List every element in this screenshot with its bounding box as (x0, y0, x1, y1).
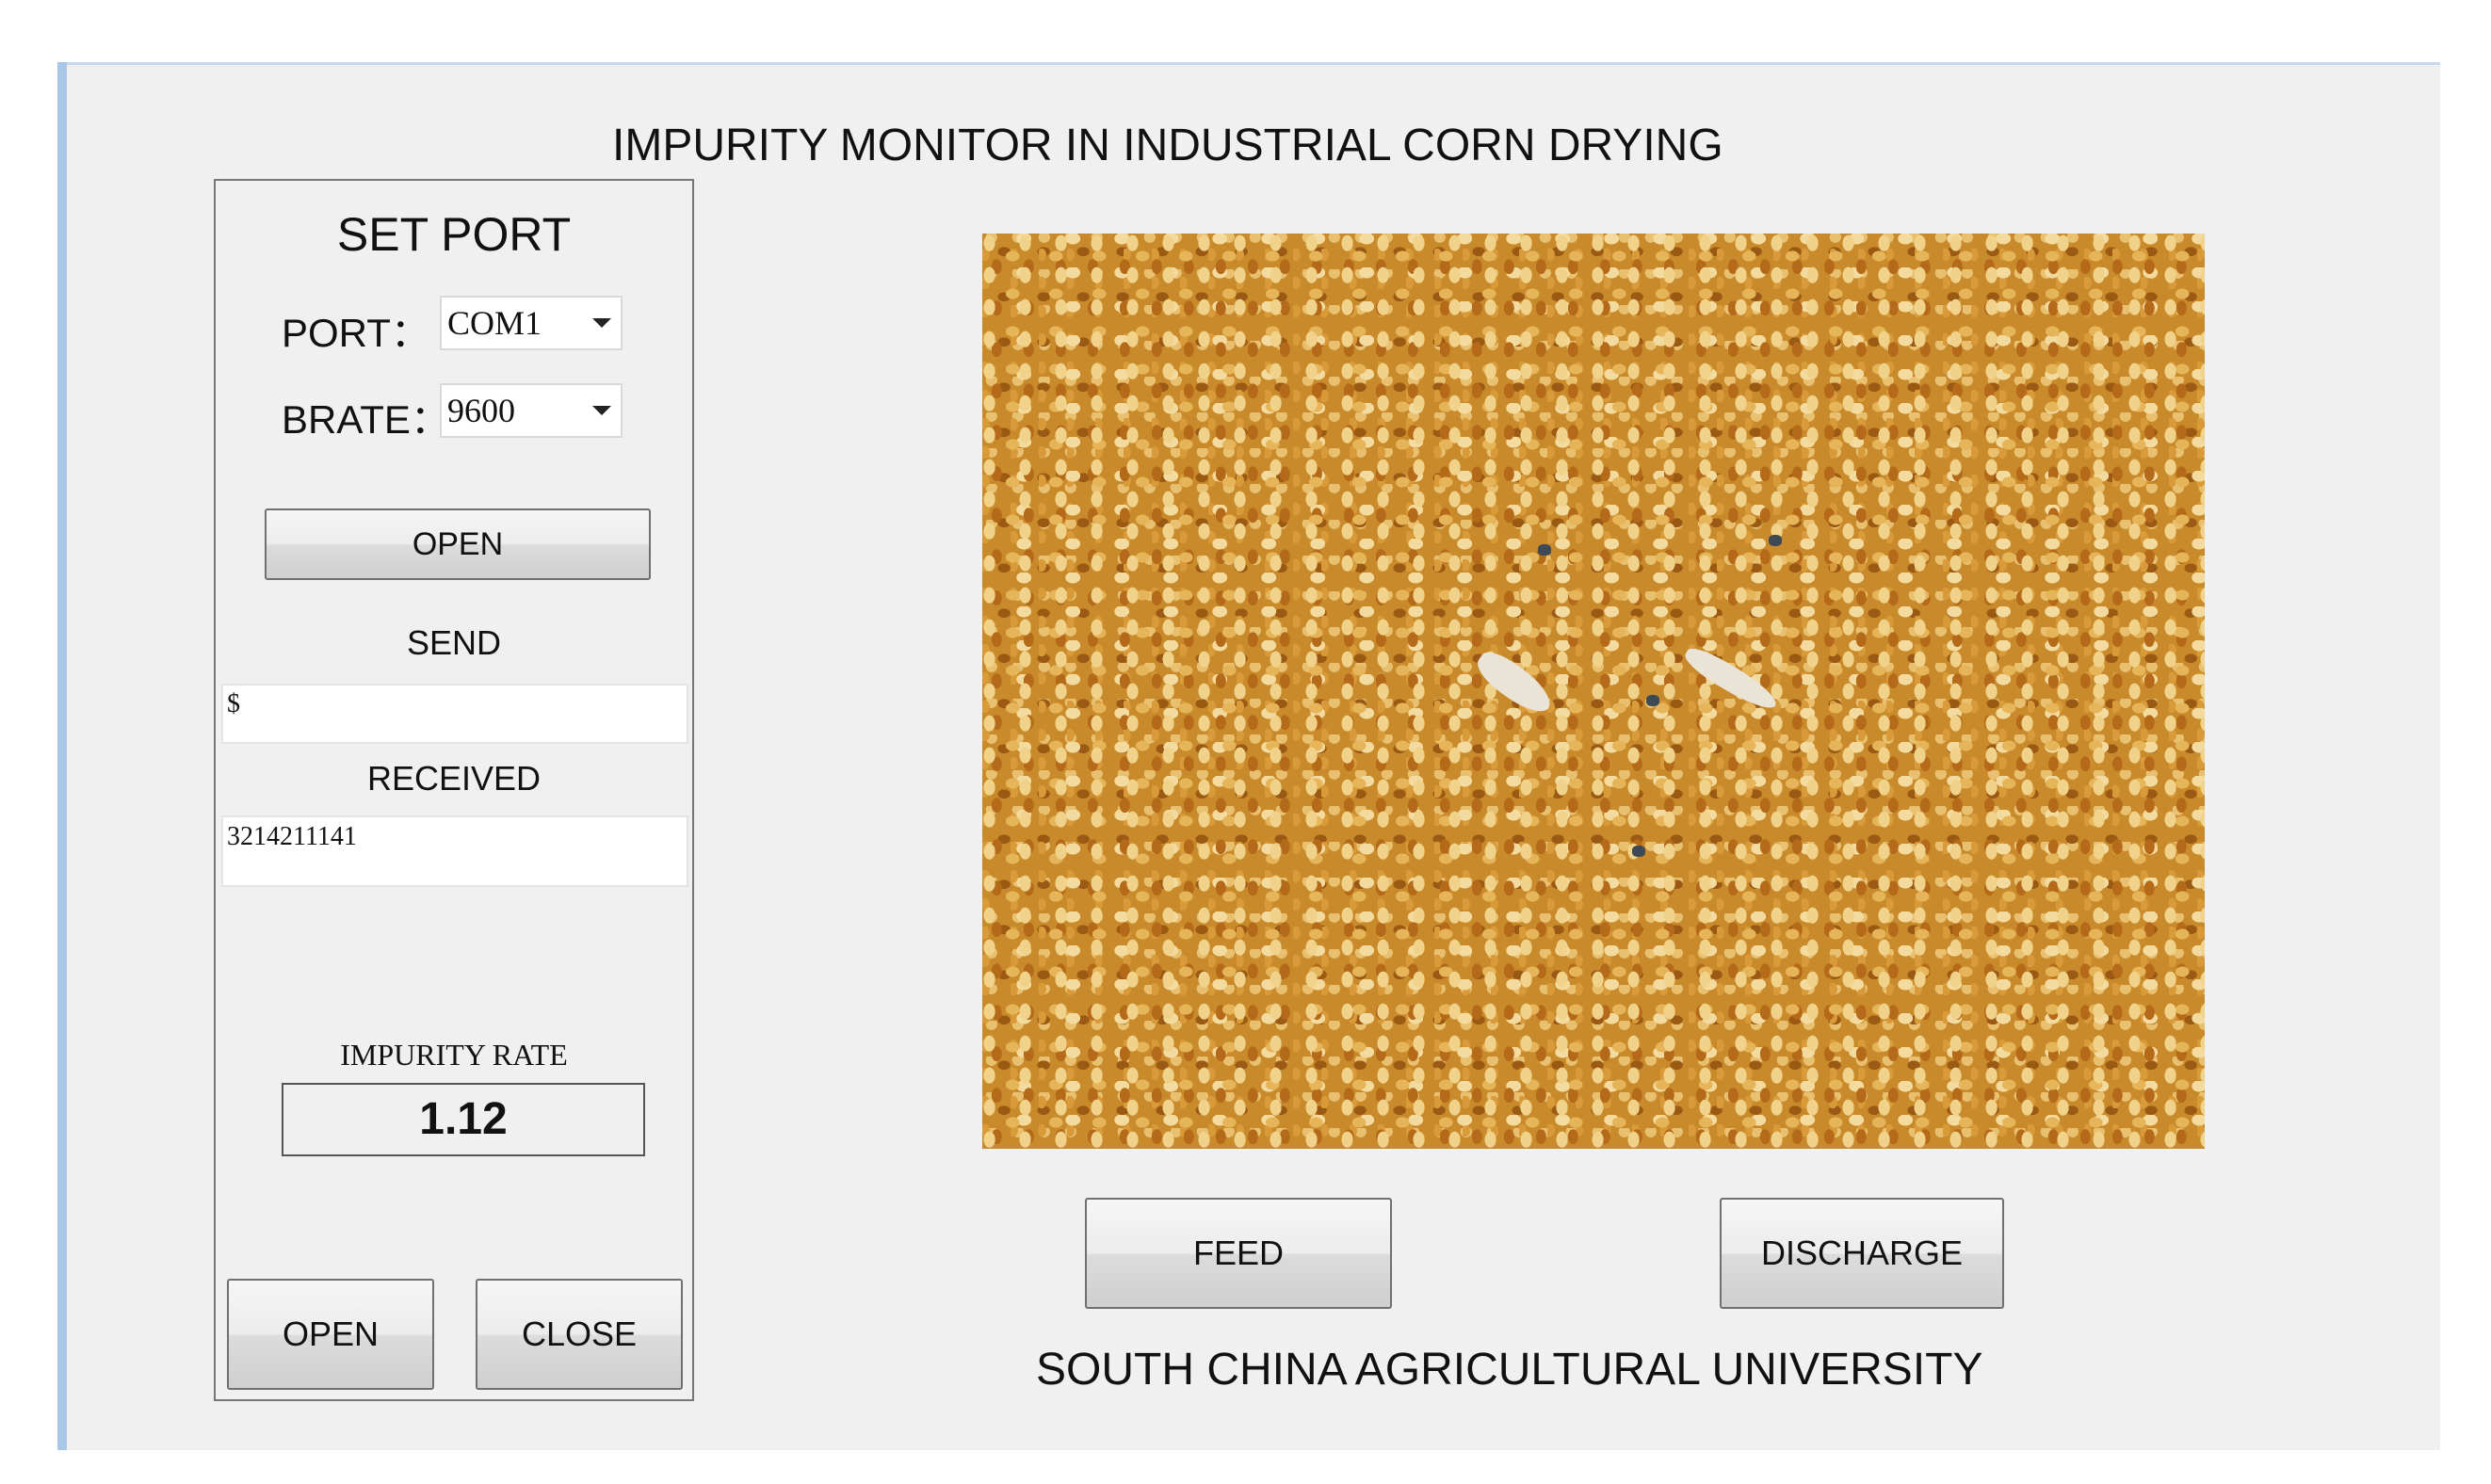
page-title: IMPURITY MONITOR IN INDUSTRIAL CORN DRYI… (612, 121, 1723, 170)
brate-label: BRATE： (282, 397, 450, 442)
chevron-down-icon[interactable] (592, 318, 611, 328)
panel-heading: SET PORT (336, 208, 572, 261)
port-select[interactable]: COM1 (440, 296, 623, 350)
received-label: RECEIVED (366, 759, 542, 798)
impurity-fleck (1646, 695, 1659, 706)
brate-select-value: 9600 (447, 392, 515, 429)
window-left-edge (57, 62, 67, 1450)
send-input[interactable]: $ (221, 684, 688, 744)
corn-sample-image (982, 234, 2205, 1149)
port-select-value: COM1 (447, 304, 542, 342)
open-button[interactable]: OPEN (227, 1279, 434, 1390)
chevron-down-icon[interactable] (592, 406, 611, 415)
impurity-rate-label: IMPURITY RATE (340, 1038, 568, 1072)
footer-text: SOUTH CHINA AGRICULTURAL UNIVERSITY (1036, 1345, 1983, 1395)
impurity-particle (1470, 645, 1559, 720)
impurity-fleck (1632, 846, 1645, 857)
received-output[interactable]: 3214211141 (221, 815, 688, 887)
close-button[interactable]: CLOSE (476, 1279, 683, 1390)
send-label: SEND (406, 623, 502, 662)
window-top-edge (57, 62, 2440, 65)
set-port-panel: SET PORT PORT： COM1 BRATE： 9600 OPEN SEN… (214, 179, 694, 1401)
impurity-particle (1679, 642, 1783, 716)
impurity-fleck (1538, 544, 1551, 556)
impurity-fleck (1769, 535, 1782, 546)
brate-select[interactable]: 9600 (440, 383, 623, 438)
impurity-rate-value: 1.12 (282, 1083, 645, 1156)
open-port-button[interactable]: OPEN (265, 508, 651, 580)
discharge-button[interactable]: DISCHARGE (1720, 1198, 2004, 1309)
feed-button[interactable]: FEED (1085, 1198, 1392, 1309)
port-label: PORT： (282, 311, 430, 355)
